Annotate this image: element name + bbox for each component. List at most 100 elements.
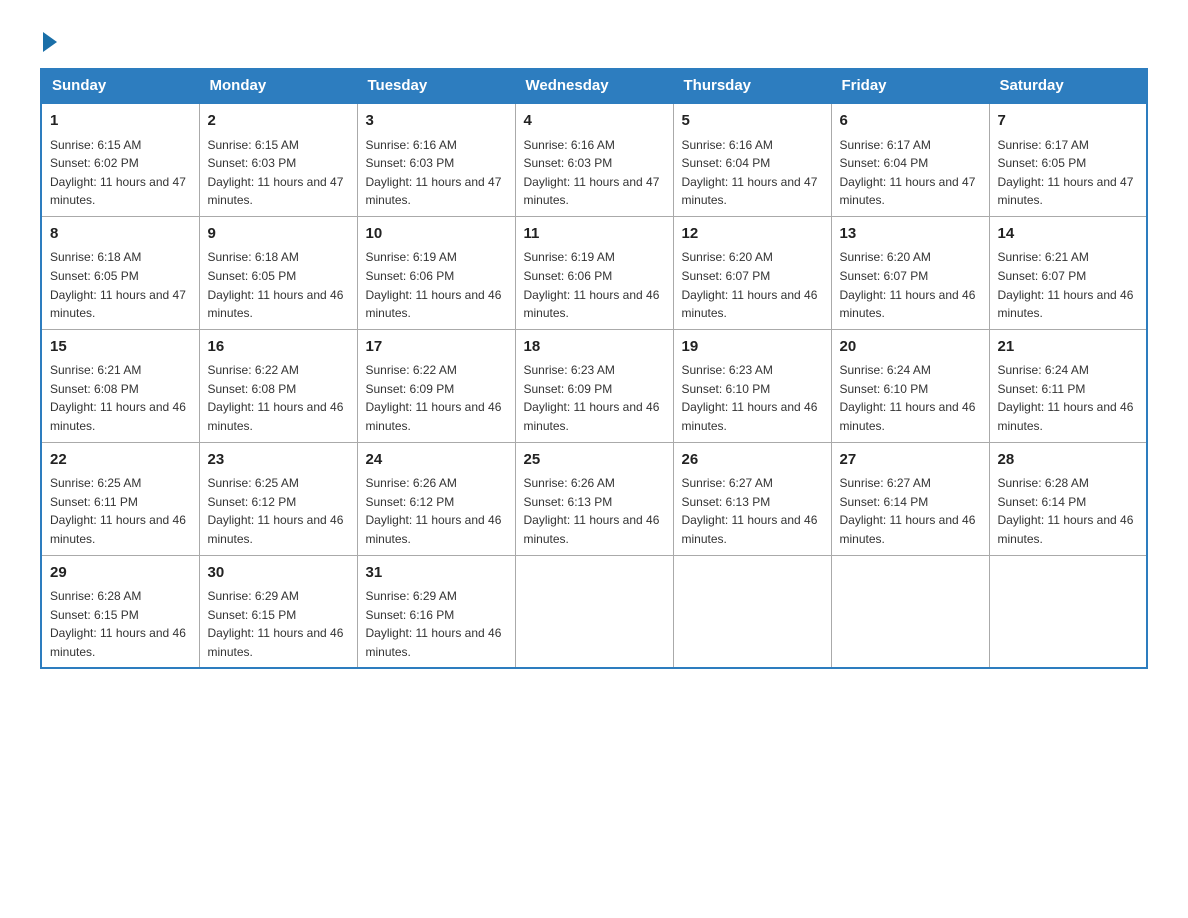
day-number: 13 [840, 223, 981, 246]
calendar-cell: 10Sunrise: 6:19 AMSunset: 6:06 PMDayligh… [357, 216, 515, 329]
day-info: Sunrise: 6:21 AMSunset: 6:07 PMDaylight:… [998, 248, 1139, 322]
header-tuesday: Tuesday [357, 69, 515, 104]
day-number: 10 [366, 223, 507, 246]
calendar-cell: 21Sunrise: 6:24 AMSunset: 6:11 PMDayligh… [989, 329, 1147, 442]
header-sunday: Sunday [41, 69, 199, 104]
day-info: Sunrise: 6:18 AMSunset: 6:05 PMDaylight:… [208, 248, 349, 322]
calendar-cell: 18Sunrise: 6:23 AMSunset: 6:09 PMDayligh… [515, 329, 673, 442]
logo [40, 30, 57, 48]
day-number: 31 [366, 562, 507, 585]
day-number: 4 [524, 110, 665, 133]
calendar-cell: 1 Sunrise: 6:15 AMSunset: 6:02 PMDaylight… [41, 103, 199, 216]
calendar-cell: 22Sunrise: 6:25 AMSunset: 6:11 PMDayligh… [41, 442, 199, 555]
calendar-cell: 20Sunrise: 6:24 AMSunset: 6:10 PMDayligh… [831, 329, 989, 442]
calendar-week-3: 15Sunrise: 6:21 AMSunset: 6:08 PMDayligh… [41, 329, 1147, 442]
day-info: Sunrise: 6:19 AMSunset: 6:06 PMDaylight:… [366, 248, 507, 322]
calendar-cell: 5 Sunrise: 6:16 AMSunset: 6:04 PMDaylight… [673, 103, 831, 216]
header-saturday: Saturday [989, 69, 1147, 104]
calendar-cell: 25Sunrise: 6:26 AMSunset: 6:13 PMDayligh… [515, 442, 673, 555]
calendar-cell: 14Sunrise: 6:21 AMSunset: 6:07 PMDayligh… [989, 216, 1147, 329]
calendar-cell [831, 555, 989, 668]
day-number: 16 [208, 336, 349, 359]
day-info: Sunrise: 6:23 AMSunset: 6:09 PMDaylight:… [524, 361, 665, 435]
day-info: Sunrise: 6:17 AMSunset: 6:05 PMDaylight:… [998, 136, 1139, 210]
day-info: Sunrise: 6:24 AMSunset: 6:10 PMDaylight:… [840, 361, 981, 435]
day-number: 25 [524, 449, 665, 472]
calendar-cell: 19Sunrise: 6:23 AMSunset: 6:10 PMDayligh… [673, 329, 831, 442]
day-info: Sunrise: 6:16 AMSunset: 6:04 PMDaylight:… [682, 136, 823, 210]
day-info: Sunrise: 6:20 AMSunset: 6:07 PMDaylight:… [840, 248, 981, 322]
day-number: 30 [208, 562, 349, 585]
day-info: Sunrise: 6:17 AMSunset: 6:04 PMDaylight:… [840, 136, 981, 210]
day-info: Sunrise: 6:27 AMSunset: 6:13 PMDaylight:… [682, 474, 823, 548]
day-info: Sunrise: 6:28 AMSunset: 6:15 PMDaylight:… [50, 587, 191, 661]
day-info: Sunrise: 6:23 AMSunset: 6:10 PMDaylight:… [682, 361, 823, 435]
page-header [40, 30, 1148, 48]
day-info: Sunrise: 6:29 AMSunset: 6:16 PMDaylight:… [366, 587, 507, 661]
day-info: Sunrise: 6:20 AMSunset: 6:07 PMDaylight:… [682, 248, 823, 322]
day-info: Sunrise: 6:25 AMSunset: 6:11 PMDaylight:… [50, 474, 191, 548]
day-number: 8 [50, 223, 191, 246]
calendar-cell: 13Sunrise: 6:20 AMSunset: 6:07 PMDayligh… [831, 216, 989, 329]
calendar-cell: 4 Sunrise: 6:16 AMSunset: 6:03 PMDaylight… [515, 103, 673, 216]
day-number: 1 [50, 110, 191, 133]
calendar-cell [515, 555, 673, 668]
header-monday: Monday [199, 69, 357, 104]
day-info: Sunrise: 6:24 AMSunset: 6:11 PMDaylight:… [998, 361, 1139, 435]
day-number: 18 [524, 336, 665, 359]
logo-arrow-icon [43, 32, 57, 52]
calendar-cell: 7 Sunrise: 6:17 AMSunset: 6:05 PMDaylight… [989, 103, 1147, 216]
calendar-cell: 6 Sunrise: 6:17 AMSunset: 6:04 PMDaylight… [831, 103, 989, 216]
day-number: 28 [998, 449, 1139, 472]
day-number: 9 [208, 223, 349, 246]
calendar-cell [673, 555, 831, 668]
day-number: 2 [208, 110, 349, 133]
day-number: 29 [50, 562, 191, 585]
day-info: Sunrise: 6:27 AMSunset: 6:14 PMDaylight:… [840, 474, 981, 548]
day-info: Sunrise: 6:22 AMSunset: 6:08 PMDaylight:… [208, 361, 349, 435]
calendar-cell: 16Sunrise: 6:22 AMSunset: 6:08 PMDayligh… [199, 329, 357, 442]
header-wednesday: Wednesday [515, 69, 673, 104]
day-number: 6 [840, 110, 981, 133]
calendar-cell: 9Sunrise: 6:18 AMSunset: 6:05 PMDaylight… [199, 216, 357, 329]
day-number: 12 [682, 223, 823, 246]
day-info: Sunrise: 6:22 AMSunset: 6:09 PMDaylight:… [366, 361, 507, 435]
calendar-cell: 31Sunrise: 6:29 AMSunset: 6:16 PMDayligh… [357, 555, 515, 668]
calendar-cell: 29Sunrise: 6:28 AMSunset: 6:15 PMDayligh… [41, 555, 199, 668]
day-number: 3 [366, 110, 507, 133]
day-number: 24 [366, 449, 507, 472]
calendar-week-1: 1 Sunrise: 6:15 AMSunset: 6:02 PMDaylight… [41, 103, 1147, 216]
calendar-cell: 28Sunrise: 6:28 AMSunset: 6:14 PMDayligh… [989, 442, 1147, 555]
day-number: 27 [840, 449, 981, 472]
calendar-cell: 17Sunrise: 6:22 AMSunset: 6:09 PMDayligh… [357, 329, 515, 442]
day-number: 5 [682, 110, 823, 133]
day-number: 17 [366, 336, 507, 359]
day-number: 14 [998, 223, 1139, 246]
day-info: Sunrise: 6:26 AMSunset: 6:13 PMDaylight:… [524, 474, 665, 548]
calendar-table: SundayMondayTuesdayWednesdayThursdayFrid… [40, 68, 1148, 669]
calendar-header-row: SundayMondayTuesdayWednesdayThursdayFrid… [41, 69, 1147, 104]
day-info: Sunrise: 6:26 AMSunset: 6:12 PMDaylight:… [366, 474, 507, 548]
calendar-cell: 27Sunrise: 6:27 AMSunset: 6:14 PMDayligh… [831, 442, 989, 555]
day-info: Sunrise: 6:18 AMSunset: 6:05 PMDaylight:… [50, 248, 191, 322]
day-info: Sunrise: 6:25 AMSunset: 6:12 PMDaylight:… [208, 474, 349, 548]
calendar-week-5: 29Sunrise: 6:28 AMSunset: 6:15 PMDayligh… [41, 555, 1147, 668]
day-number: 26 [682, 449, 823, 472]
day-number: 19 [682, 336, 823, 359]
day-number: 11 [524, 223, 665, 246]
day-number: 22 [50, 449, 191, 472]
day-number: 23 [208, 449, 349, 472]
day-info: Sunrise: 6:15 AMSunset: 6:03 PMDaylight:… [208, 136, 349, 210]
day-info: Sunrise: 6:16 AMSunset: 6:03 PMDaylight:… [524, 136, 665, 210]
day-info: Sunrise: 6:28 AMSunset: 6:14 PMDaylight:… [998, 474, 1139, 548]
day-number: 7 [998, 110, 1139, 133]
calendar-week-2: 8Sunrise: 6:18 AMSunset: 6:05 PMDaylight… [41, 216, 1147, 329]
day-number: 21 [998, 336, 1139, 359]
day-info: Sunrise: 6:15 AMSunset: 6:02 PMDaylight:… [50, 136, 191, 210]
calendar-cell: 30Sunrise: 6:29 AMSunset: 6:15 PMDayligh… [199, 555, 357, 668]
day-number: 20 [840, 336, 981, 359]
day-info: Sunrise: 6:21 AMSunset: 6:08 PMDaylight:… [50, 361, 191, 435]
calendar-week-4: 22Sunrise: 6:25 AMSunset: 6:11 PMDayligh… [41, 442, 1147, 555]
calendar-cell [989, 555, 1147, 668]
day-number: 15 [50, 336, 191, 359]
